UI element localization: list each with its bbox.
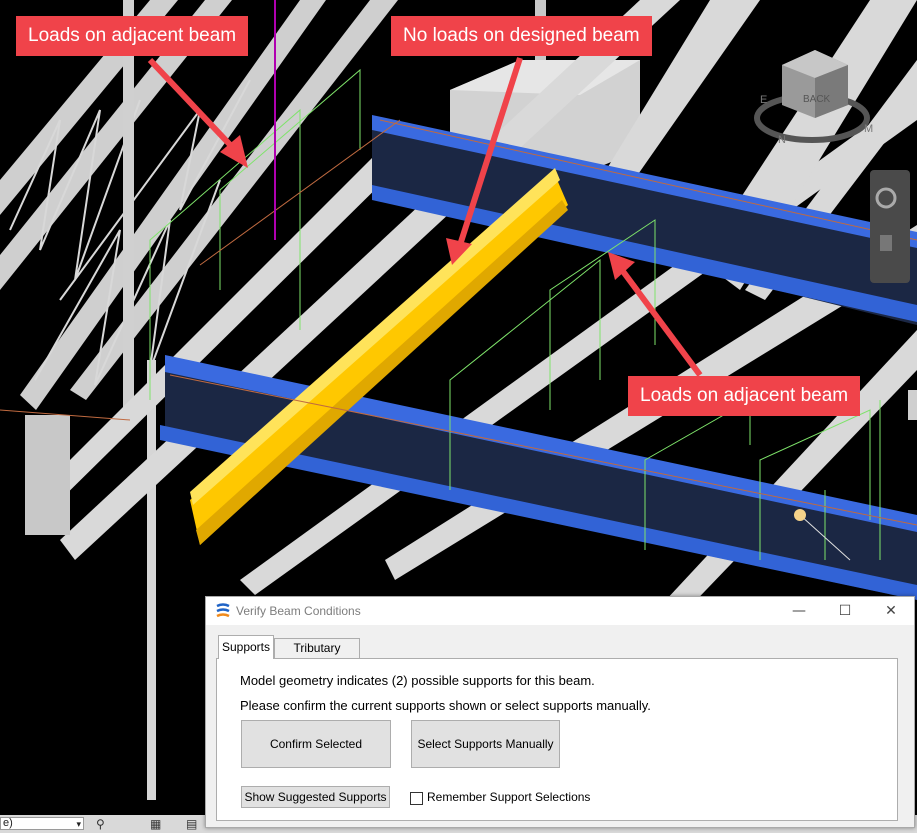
compass-letter: M <box>864 123 873 135</box>
remember-selections-checkbox[interactable] <box>410 792 423 805</box>
minimize-icon[interactable]: — <box>776 597 822 625</box>
app-logo-icon <box>216 603 230 618</box>
compass-letter: E <box>760 94 767 106</box>
scrollbar[interactable] <box>908 390 917 420</box>
confirm-instruction-message: Please confirm the current supports show… <box>240 698 651 713</box>
confirm-selected-button[interactable]: Confirm Selected <box>241 720 391 768</box>
compass-letter: N <box>778 134 786 146</box>
tab-tributary-beams[interactable]: Tributary Beams <box>274 638 360 673</box>
combo-value: e) <box>3 817 13 829</box>
workset-combo[interactable]: e) ▾ <box>0 817 84 830</box>
navigation-bar[interactable] <box>870 170 910 283</box>
dialog-title: Verify Beam Conditions <box>236 604 361 618</box>
callout-right: Loads on adjacent beam <box>628 376 861 416</box>
column <box>123 0 134 420</box>
callout-center: No loads on designed beam <box>391 16 652 56</box>
support-count-message: Model geometry indicates (2) possible su… <box>240 673 595 688</box>
supports-tab-panel: Model geometry indicates (2) possible su… <box>216 658 898 821</box>
verify-beam-conditions-dialog: Verify Beam Conditions — ☐ ✕ Supports Tr… <box>205 596 915 828</box>
network-icon[interactable]: ⚲ <box>96 817 110 831</box>
callout-left: Loads on adjacent beam <box>16 16 249 56</box>
dialog-title-bar[interactable]: Verify Beam Conditions — ☐ ✕ <box>206 597 914 625</box>
close-icon[interactable]: ✕ <box>868 597 914 625</box>
column <box>147 360 156 800</box>
cursor-marker-icon <box>794 509 806 521</box>
grid-icon[interactable]: ▤ <box>186 817 200 831</box>
select-supports-manually-button[interactable]: Select Supports Manually <box>411 720 560 768</box>
tab-supports[interactable]: Supports <box>218 635 274 659</box>
viewcube-face-label: BACK <box>803 94 831 105</box>
zoom-icon <box>880 235 892 251</box>
chevron-down-icon: ▾ <box>76 819 81 829</box>
show-suggested-supports-button[interactable]: Show Suggested Supports <box>241 786 390 808</box>
model-icon[interactable]: ▦ <box>150 817 164 831</box>
maximize-icon[interactable]: ☐ <box>822 597 868 625</box>
remember-selections-label: Remember Support Selections <box>427 790 591 804</box>
